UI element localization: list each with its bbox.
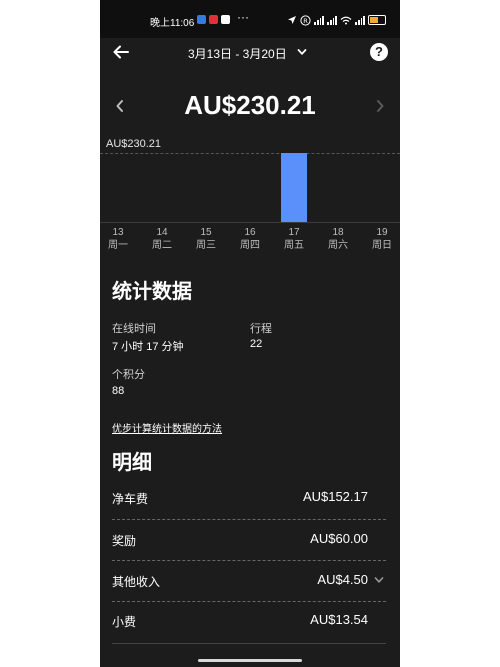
- detail-label: 净车费: [112, 492, 149, 506]
- date-range[interactable]: 3月13日 - 3月20日: [188, 45, 287, 62]
- online-time-label: 在线时间: [112, 323, 156, 335]
- day-number: 13: [112, 227, 124, 238]
- chart-bar[interactable]: [281, 153, 307, 222]
- more-notifications-icon: ···: [237, 10, 249, 24]
- trips-label: 行程: [250, 323, 272, 335]
- points-value: 88: [112, 385, 125, 397]
- detail-label: 小费: [112, 615, 137, 629]
- day-number: 14: [156, 227, 168, 238]
- day-number: 15: [200, 227, 212, 238]
- wifi-icon: [340, 16, 352, 24]
- chevron-down-icon[interactable]: [374, 575, 384, 585]
- phone-screen: 晚上11:06 ··· R 3月13日 - 3月20日 ? AU$230.21 …: [100, 0, 400, 667]
- chart-max-line: [100, 153, 400, 154]
- weekly-earnings-chart: AU$230.21 13 周一 14 周二 15 周三 16 周四 17 周五 18 周六 19 周日: [100, 136, 400, 266]
- status-time: 晚上11:06: [150, 18, 195, 29]
- detail-amount: AU$13.54: [310, 612, 368, 627]
- chart-max-label: AU$230.21: [106, 138, 162, 150]
- status-icons: R: [287, 13, 386, 27]
- detail-item-other-income[interactable]: 其他收入 AU$4.50: [112, 572, 386, 613]
- weekday-label: 周三: [196, 240, 216, 251]
- weekday-label: 周六: [328, 240, 348, 251]
- detail-amount: AU$60.00: [310, 531, 368, 546]
- help-icon[interactable]: ?: [370, 43, 388, 61]
- signal-icon: [314, 15, 324, 25]
- notification-app-icon: [197, 15, 206, 24]
- home-indicator[interactable]: [198, 659, 302, 662]
- detail-amount: AU$4.50: [317, 572, 368, 587]
- battery-icon: [368, 15, 386, 25]
- weekday-label: 周日: [372, 240, 392, 251]
- chart-day-label[interactable]: 15 周三: [187, 226, 225, 252]
- svg-text:R: R: [303, 17, 308, 25]
- earnings-total-row: AU$230.21: [100, 88, 400, 124]
- detail-label: 其他收入: [112, 575, 161, 589]
- registered-icon: R: [300, 14, 311, 26]
- divider: [112, 643, 386, 644]
- notification-app-icon: [209, 15, 218, 24]
- detail-label: 奖励: [112, 534, 137, 548]
- next-week-icon[interactable]: [374, 98, 386, 114]
- signal-icon: [327, 15, 337, 25]
- chart-day-label[interactable]: 17 周五: [275, 226, 313, 252]
- chart-day-label[interactable]: 13 周一: [100, 226, 137, 252]
- detail-item-net-fare[interactable]: 净车费 AU$152.17: [112, 489, 386, 530]
- chevron-down-icon[interactable]: [297, 47, 307, 57]
- detail-item-tips[interactable]: 小费 AU$13.54: [112, 612, 386, 653]
- signal-icon: [355, 15, 365, 25]
- online-time-value: 7 小时 17 分钟: [112, 341, 184, 353]
- chart-baseline: [100, 222, 400, 223]
- location-icon: [288, 16, 296, 24]
- details-heading: 明细: [112, 452, 152, 474]
- day-number: 18: [332, 227, 344, 238]
- detail-amount: AU$152.17: [302, 489, 368, 504]
- back-arrow-icon[interactable]: [112, 43, 130, 61]
- divider: [112, 519, 386, 520]
- status-bar: 晚上11:06 ··· R: [100, 0, 400, 38]
- chart-day-label[interactable]: 14 周二: [143, 226, 181, 252]
- chart-day-label[interactable]: 18 周六: [319, 226, 357, 252]
- weekday-label: 周四: [240, 240, 260, 251]
- stats-heading: 统计数据: [112, 281, 192, 303]
- chart-day-label[interactable]: 19 周日: [363, 226, 400, 252]
- points-label: 个积分: [112, 369, 145, 381]
- weekday-label: 周五: [284, 240, 304, 251]
- day-number: 17: [288, 227, 300, 238]
- header: 3月13日 - 3月20日 ?: [100, 38, 400, 66]
- notification-app-icon: [221, 15, 230, 24]
- weekday-label: 周二: [152, 240, 172, 251]
- day-number: 19: [376, 227, 388, 238]
- weekday-label: 周一: [108, 240, 128, 251]
- day-number: 16: [244, 227, 256, 238]
- trips-value: 22: [250, 338, 263, 350]
- divider: [112, 601, 386, 602]
- total-earnings: AU$230.21: [184, 90, 316, 120]
- detail-item-bonus[interactable]: 奖励 AU$60.00: [112, 531, 386, 572]
- chart-day-label[interactable]: 16 周四: [231, 226, 269, 252]
- divider: [112, 560, 386, 561]
- stats-method-link[interactable]: 优步计算统计数据的方法: [112, 420, 222, 435]
